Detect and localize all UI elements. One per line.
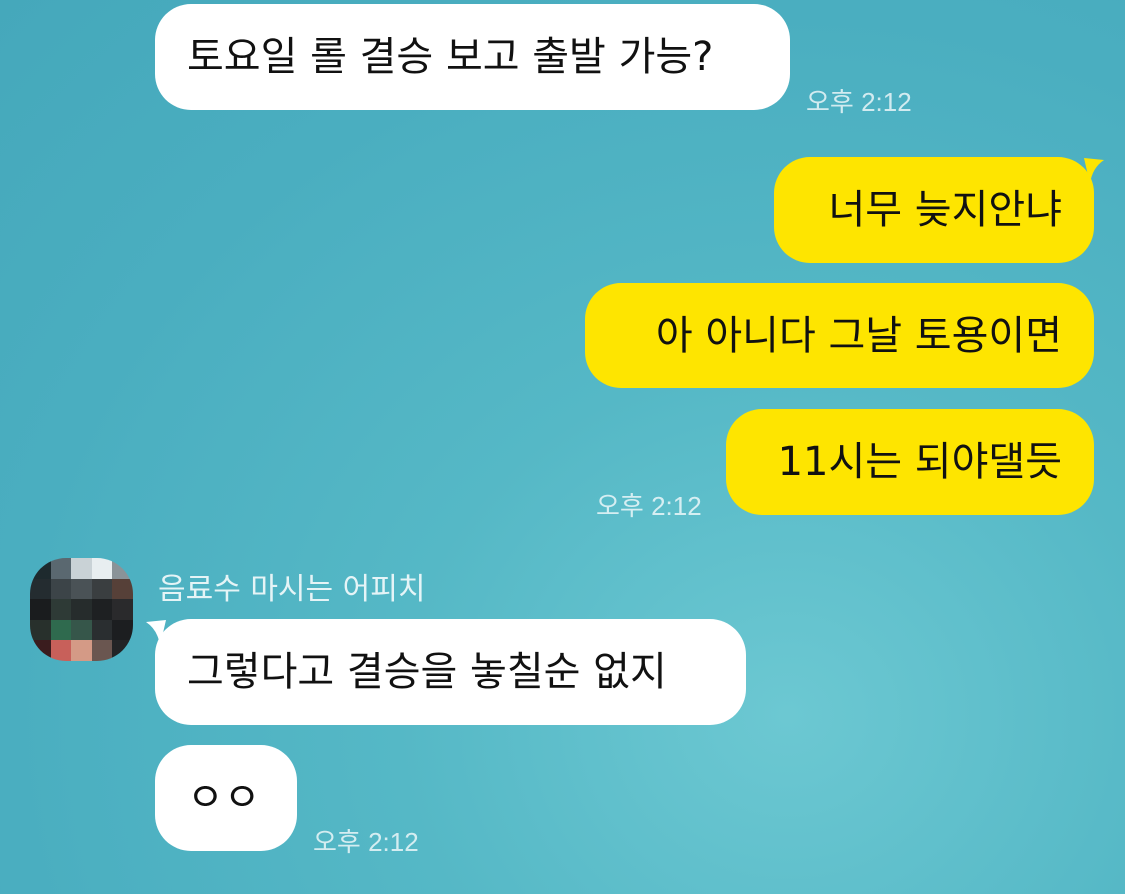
incoming-message-bubble[interactable]: ㅇㅇ — [155, 745, 297, 851]
outgoing-message-bubble[interactable]: 아 아니다 그날 토용이면 — [585, 283, 1094, 388]
outgoing-message-bubble[interactable]: 11시는 되야댈듯 — [726, 409, 1094, 515]
message-timestamp: 오후 2:12 — [806, 87, 912, 117]
message-timestamp: 오후 2:12 — [596, 491, 702, 521]
message-text: 아 아니다 그날 토용이면 — [655, 312, 1062, 359]
sender-name: 음료수 마시는 어피치 — [158, 572, 426, 607]
message-text: ㅇㅇ — [187, 775, 261, 821]
incoming-message-bubble[interactable]: 그렇다고 결승을 놓칠순 없지 — [155, 619, 746, 725]
message-timestamp: 오후 2:12 — [313, 827, 419, 857]
outgoing-message-bubble[interactable]: 너무 늦지안냐 — [774, 157, 1094, 263]
message-text: 너무 늦지안냐 — [828, 187, 1062, 233]
message-text: 그렇다고 결승을 놓칠순 없지 — [187, 649, 667, 695]
message-text: 토요일 롤 결승 보고 출발 가능? — [187, 34, 714, 80]
message-text: 11시는 되야댈듯 — [777, 439, 1062, 485]
sender-avatar[interactable] — [30, 558, 133, 661]
incoming-message-bubble[interactable]: 토요일 롤 결승 보고 출발 가능? — [155, 4, 790, 110]
